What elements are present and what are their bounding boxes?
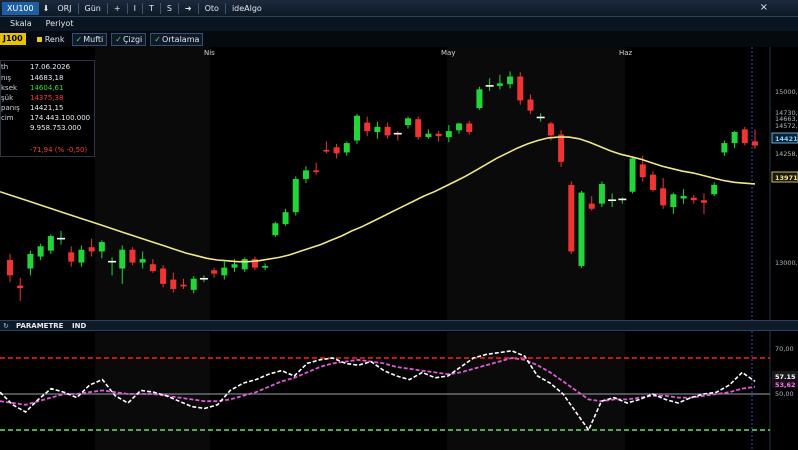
- candle-body: [435, 133, 442, 137]
- candle-body: [588, 203, 595, 209]
- candle-body: [721, 143, 728, 153]
- candle-body: [649, 174, 656, 190]
- osc-axis-label: 50,00: [775, 390, 794, 398]
- candle-body: [558, 134, 565, 162]
- candle-body: [149, 264, 156, 272]
- indicator-title: PARAMETRE: [16, 322, 64, 330]
- candle-body: [119, 249, 126, 269]
- candle-body: [568, 184, 575, 252]
- candle-body: [639, 164, 646, 178]
- candle-body: [180, 284, 187, 287]
- candle-body: [68, 252, 75, 262]
- indicator-pane-header: ↻ PARAMETRE IND: [0, 320, 798, 331]
- candle-body: [7, 259, 13, 276]
- candle-body: [241, 259, 248, 270]
- indicator-subtitle: IND: [72, 322, 87, 330]
- price-axis-label: 13000,00: [775, 259, 798, 267]
- candle-body: [190, 278, 197, 290]
- candle-body: [496, 83, 503, 86]
- candle-body: [88, 247, 95, 252]
- candle-body: [343, 143, 350, 153]
- osc-badge: 53,62: [775, 381, 796, 389]
- candle-body: [98, 242, 105, 252]
- month-label: Nis: [204, 49, 215, 57]
- ohlc-info-panel: th 17.06.2026 nış 14683,18 ksek 14604,61 şü…: [0, 60, 95, 157]
- price-axis-label: 14258,: [775, 150, 798, 158]
- osc-axis-label: 70,00: [775, 345, 794, 353]
- candle-body: [660, 188, 667, 206]
- candle-body: [47, 236, 54, 251]
- candle-body: [476, 89, 483, 109]
- candle-body: [670, 194, 677, 208]
- month-band: [447, 332, 625, 450]
- candle-body: [598, 184, 605, 204]
- candle-body: [456, 123, 463, 131]
- candle-body: [384, 126, 391, 136]
- candle-body: [374, 126, 381, 132]
- candle-body: [466, 123, 473, 132]
- candle-body: [231, 264, 238, 268]
- candle-body: [741, 129, 748, 144]
- candle-body: [17, 285, 24, 289]
- candle-body: [292, 178, 299, 213]
- info-row-quantity: 9.958.753.000: [30, 124, 82, 132]
- candle-body: [313, 170, 320, 173]
- candle-body: [282, 212, 289, 225]
- price-badge: 14421,: [775, 135, 798, 143]
- info-row-date: th 17.06.2026: [1, 63, 71, 71]
- candle-body: [333, 147, 340, 154]
- candle-body: [711, 184, 718, 195]
- info-row-low: şük 14375,38: [1, 94, 64, 102]
- candle-body: [731, 131, 738, 144]
- month-label: Haz: [619, 49, 633, 57]
- info-row-open: nış 14683,18: [1, 74, 64, 82]
- price-axis-label: 15000,00: [775, 88, 798, 96]
- candle-body: [415, 119, 422, 138]
- info-row-change: -71,94 (% -0,50): [30, 146, 88, 154]
- price-chart[interactable]: NisMayHaz 15000,0014730,14663,14572,1425…: [0, 0, 798, 450]
- refresh-icon[interactable]: ↻: [3, 321, 9, 331]
- candle-body: [517, 76, 524, 101]
- candle-body: [302, 170, 309, 179]
- candle-body: [262, 265, 269, 268]
- candle-body: [211, 270, 218, 274]
- month-label: May: [441, 49, 455, 57]
- candle-body: [160, 268, 167, 284]
- candle-body: [578, 192, 585, 266]
- candle-body: [507, 76, 514, 85]
- candle-body: [170, 279, 177, 289]
- candle-body: [680, 195, 687, 199]
- candle-body: [78, 249, 85, 263]
- candle-body: [37, 246, 44, 257]
- candle-body: [547, 123, 554, 136]
- candle-body: [445, 131, 452, 138]
- candle-body: [690, 197, 697, 201]
- candle-body: [700, 200, 707, 203]
- candle-body: [527, 99, 534, 111]
- month-band: [447, 47, 625, 320]
- info-row-volume: cim 174.443.100.000: [1, 114, 91, 122]
- candle-body: [323, 149, 330, 152]
- price-axis-label: 14572,: [775, 122, 798, 130]
- candle-body: [129, 249, 136, 263]
- candle-body: [27, 254, 34, 269]
- candle-body: [139, 259, 146, 263]
- candle-body: [425, 133, 432, 138]
- candle-body: [752, 141, 758, 146]
- candle-body: [353, 115, 360, 141]
- candle-body: [221, 267, 228, 276]
- candle-body: [629, 158, 636, 192]
- info-row-high: ksek 14604,61: [1, 84, 64, 92]
- info-row-close: panış 14421,15: [1, 104, 64, 112]
- candle-body: [364, 122, 371, 132]
- candle-body: [405, 118, 412, 126]
- candle-body: [272, 223, 279, 236]
- price-badge: 13971,: [775, 174, 798, 182]
